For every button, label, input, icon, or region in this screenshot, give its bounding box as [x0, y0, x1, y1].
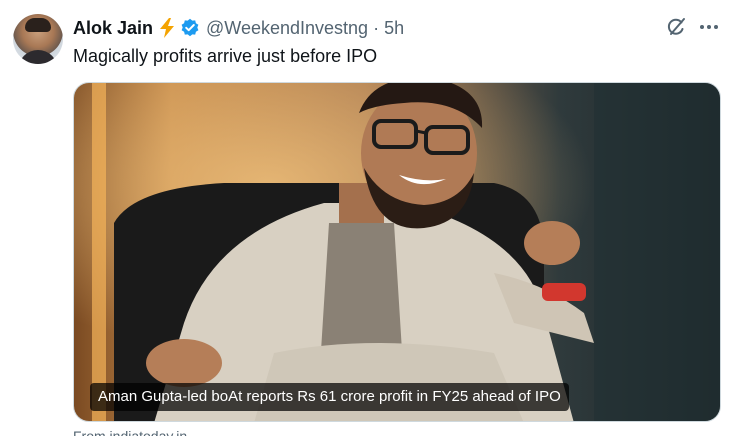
verified-badge-icon[interactable]	[180, 18, 200, 38]
tweet-header: Alok Jain @WeekendInvestng · 5h	[73, 16, 404, 40]
lightning-bolt-icon	[158, 18, 176, 38]
more-icon[interactable]	[697, 16, 721, 38]
tweet-text: Magically profits arrive just before IPO	[73, 46, 378, 66]
tweet[interactable]: Alok Jain @WeekendInvestng · 5h Magicall…	[0, 0, 735, 436]
tweet-media-card[interactable]: Aman Gupta-led boAt reports Rs 61 crore …	[73, 82, 721, 422]
link-source[interactable]: From indiatoday.in	[73, 428, 187, 436]
separator-dot: ·	[373, 17, 380, 38]
tweet-timestamp[interactable]: 5h	[384, 18, 404, 39]
author-handle[interactable]: @WeekendInvestng	[206, 18, 368, 39]
grok-icon[interactable]	[665, 16, 687, 38]
media-caption: Aman Gupta-led boAt reports Rs 61 crore …	[90, 383, 569, 411]
author-name[interactable]: Alok Jain	[73, 18, 153, 39]
author-avatar[interactable]	[13, 14, 63, 64]
media-photo	[74, 83, 720, 421]
